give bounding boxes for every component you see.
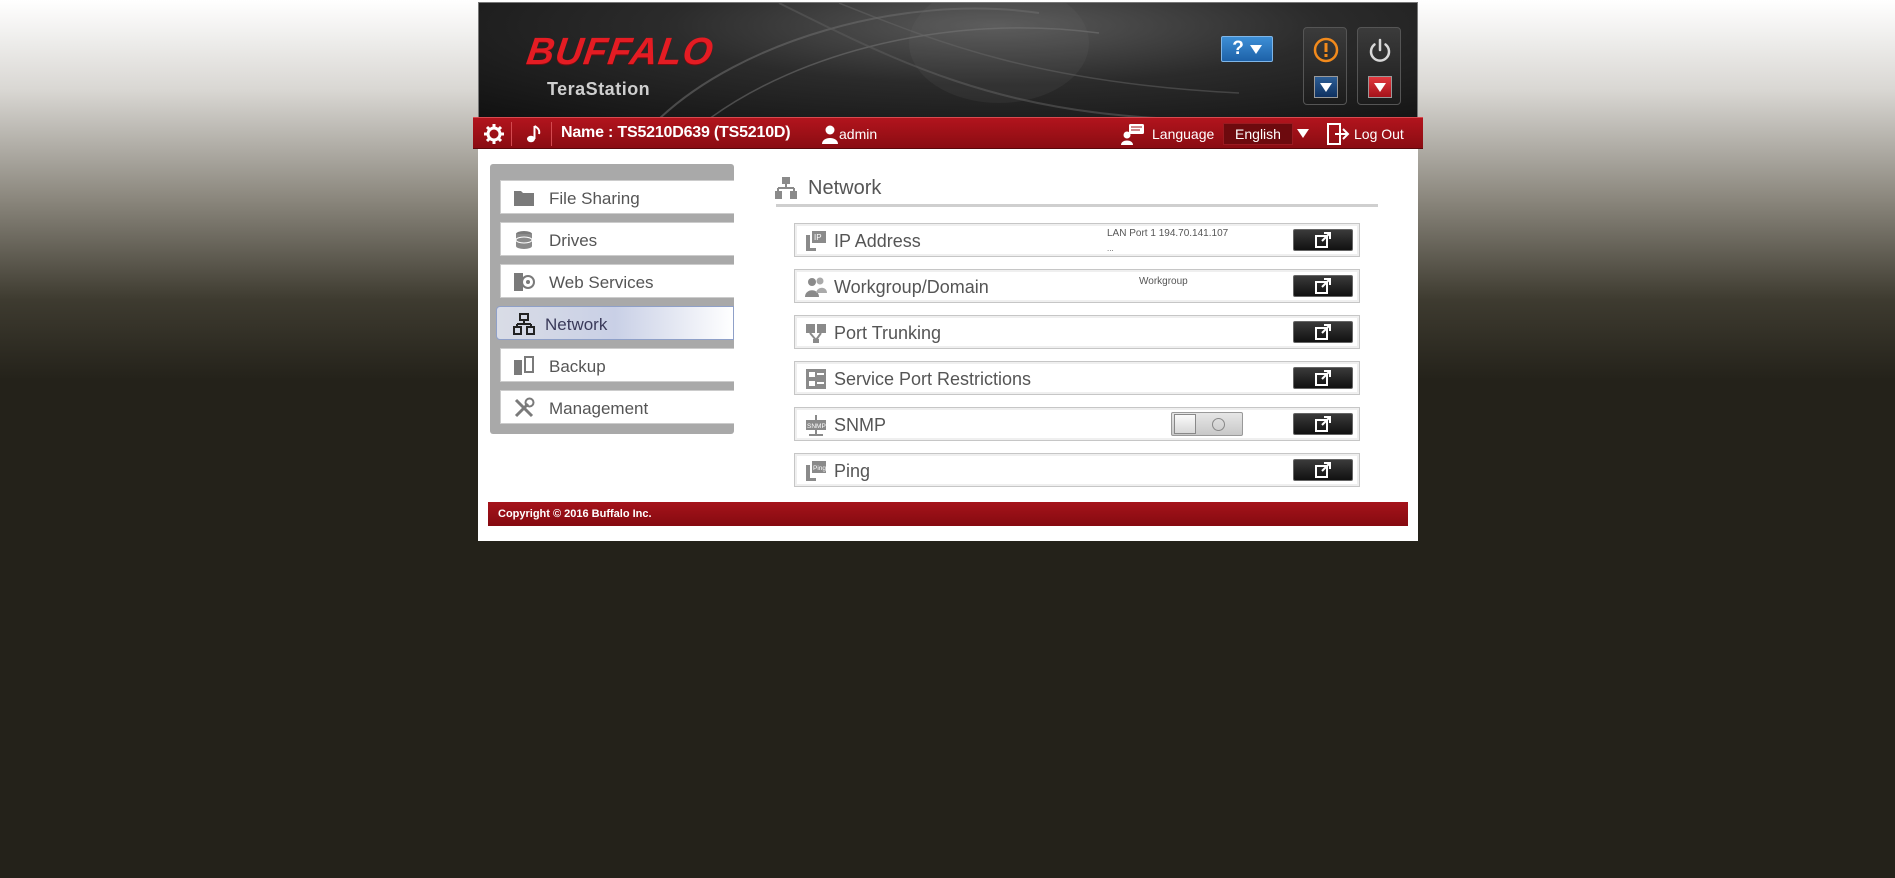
backup-icon bbox=[514, 356, 534, 375]
language-label: Language bbox=[1152, 126, 1215, 142]
setting-row-ip-address: IP IP Address LAN Port 1 194.70.141.107 … bbox=[794, 223, 1360, 257]
ip-address-value: LAN Port 1 194.70.141.107 bbox=[1107, 228, 1229, 239]
buffalo-logo: BUFFALO bbox=[524, 31, 717, 73]
open-ip-address-button[interactable] bbox=[1293, 229, 1353, 251]
folder-icon bbox=[514, 191, 534, 206]
svg-text:IP: IP bbox=[814, 233, 822, 242]
ping-icon: Ping bbox=[806, 461, 826, 481]
chevron-down-icon bbox=[1374, 82, 1386, 92]
main-panel: File Sharing Drives Web Services Network… bbox=[478, 149, 1418, 541]
setting-row-service-port-restrictions: Service Port Restrictions bbox=[794, 361, 1360, 395]
external-link-icon bbox=[1315, 416, 1331, 432]
music-note-icon[interactable] bbox=[523, 123, 545, 145]
chevron-down-icon bbox=[1320, 82, 1332, 92]
sidebar: File Sharing Drives Web Services Network… bbox=[490, 164, 734, 434]
power-panel[interactable] bbox=[1357, 27, 1401, 105]
users-icon bbox=[805, 277, 827, 297]
language-icon bbox=[1121, 124, 1144, 145]
setting-label: Ping bbox=[834, 461, 871, 481]
open-service-port-restrictions-button[interactable] bbox=[1293, 367, 1353, 389]
gear-icon[interactable] bbox=[483, 123, 505, 145]
sidebar-item-label: Web Services bbox=[549, 273, 654, 292]
user-icon bbox=[822, 125, 838, 144]
power-icon bbox=[1369, 38, 1391, 62]
external-link-icon bbox=[1315, 324, 1331, 340]
sidebar-item-drives[interactable]: Drives bbox=[500, 222, 734, 256]
alert-dropdown-button[interactable] bbox=[1314, 76, 1338, 98]
footer-copyright: Copyright © 2016 Buffalo Inc. bbox=[488, 502, 1408, 526]
svg-text:Ping: Ping bbox=[813, 465, 826, 472]
power-dropdown-button[interactable] bbox=[1368, 76, 1392, 98]
ip-address-more: ... bbox=[1107, 244, 1114, 253]
sidebar-item-web-services[interactable]: Web Services bbox=[500, 264, 734, 298]
restrictions-icon bbox=[806, 369, 826, 389]
open-snmp-button[interactable] bbox=[1293, 413, 1353, 435]
sidebar-item-label: Drives bbox=[549, 231, 598, 250]
divider bbox=[511, 122, 512, 146]
sidebar-item-label: File Sharing bbox=[549, 189, 640, 208]
ip-icon: IP bbox=[806, 231, 826, 251]
setting-label: SNMP bbox=[834, 415, 887, 435]
setting-label: Workgroup/Domain bbox=[834, 277, 989, 297]
setting-label: Port Trunking bbox=[834, 323, 942, 343]
toggle-off-indicator-icon bbox=[1212, 418, 1225, 431]
network-icon bbox=[513, 313, 535, 335]
open-ping-button[interactable] bbox=[1293, 459, 1353, 481]
sidebar-item-backup[interactable]: Backup bbox=[500, 348, 734, 382]
workgroup-value: Workgroup bbox=[1139, 276, 1188, 287]
sidebar-item-label: Management bbox=[549, 399, 649, 418]
tools-icon bbox=[514, 397, 535, 418]
setting-row-port-trunking: Port Trunking bbox=[794, 315, 1360, 349]
drive-icon bbox=[515, 231, 533, 249]
chevron-down-icon[interactable] bbox=[1297, 129, 1309, 138]
sidebar-item-label: Backup bbox=[549, 357, 606, 376]
network-icon bbox=[775, 177, 797, 199]
external-link-icon bbox=[1315, 232, 1331, 248]
device-name: Name : TS5210D639 (TS5210D) bbox=[561, 124, 791, 141]
external-link-icon bbox=[1315, 370, 1331, 386]
sidebar-item-network[interactable]: Network bbox=[496, 306, 734, 340]
top-bar: Name : TS5210D639 (TS5210D) admin Langua… bbox=[473, 117, 1423, 149]
divider bbox=[551, 122, 552, 146]
port-trunking-icon bbox=[806, 324, 826, 343]
language-select[interactable]: English bbox=[1223, 123, 1293, 145]
setting-label: Service Port Restrictions bbox=[834, 369, 1032, 389]
sidebar-item-label: Network bbox=[545, 315, 608, 334]
help-label: ? bbox=[1232, 38, 1244, 59]
title-divider bbox=[776, 204, 1378, 207]
web-services-icon bbox=[514, 273, 535, 291]
svg-text:SNMP: SNMP bbox=[807, 423, 826, 430]
external-link-icon bbox=[1315, 462, 1331, 478]
external-link-icon bbox=[1315, 278, 1331, 294]
snmp-icon: SNMP bbox=[806, 415, 826, 436]
logout-link[interactable]: Log Out bbox=[1354, 126, 1404, 142]
page-title: Network bbox=[808, 177, 882, 199]
sidebar-item-file-sharing[interactable]: File Sharing bbox=[500, 180, 734, 214]
setting-label: IP Address bbox=[834, 231, 921, 251]
snmp-toggle[interactable] bbox=[1171, 412, 1243, 436]
logout-icon[interactable] bbox=[1326, 122, 1350, 146]
setting-row-ping: Ping Ping bbox=[794, 453, 1360, 487]
alert-icon bbox=[1313, 37, 1339, 63]
user-name: admin bbox=[839, 126, 878, 142]
chevron-down-icon bbox=[1249, 44, 1262, 54]
product-name: TeraStation bbox=[547, 79, 651, 99]
setting-row-snmp: SNMP SNMP bbox=[794, 407, 1360, 441]
alert-panel[interactable] bbox=[1303, 27, 1347, 105]
toggle-knob bbox=[1174, 414, 1196, 434]
open-port-trunking-button[interactable] bbox=[1293, 321, 1353, 343]
sidebar-item-management[interactable]: Management bbox=[500, 390, 734, 424]
setting-row-workgroup-domain: Workgroup/Domain Workgroup bbox=[794, 269, 1360, 303]
open-workgroup-domain-button[interactable] bbox=[1293, 275, 1353, 297]
help-button[interactable]: ? bbox=[1221, 36, 1273, 62]
header: BUFFALO TeraStation ? bbox=[478, 2, 1418, 118]
